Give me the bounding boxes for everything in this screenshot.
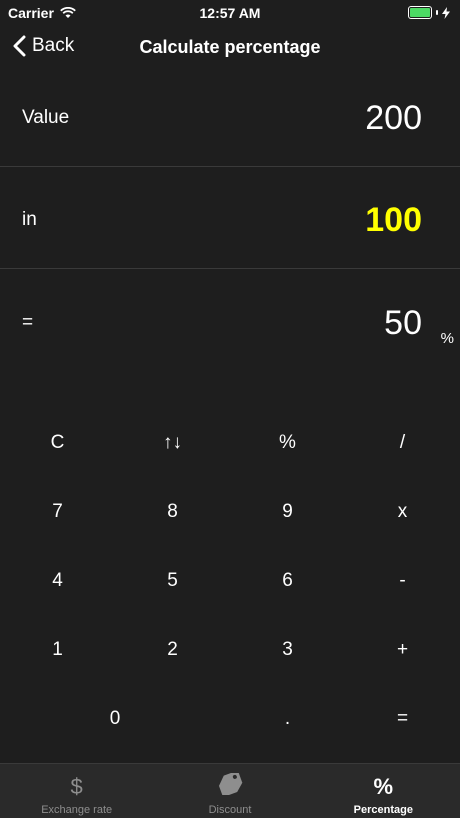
digit-8-key[interactable]: 8 xyxy=(115,477,230,546)
digit-3-key[interactable]: 3 xyxy=(230,615,345,684)
swap-key[interactable]: ↑↓ xyxy=(115,408,230,477)
digit-1-key[interactable]: 1 xyxy=(0,615,115,684)
result-row: = 50 % xyxy=(0,278,460,368)
digit-9-key[interactable]: 9 xyxy=(230,477,345,546)
in-field[interactable]: 100 xyxy=(365,201,460,240)
battery-icon xyxy=(408,6,432,19)
value-field[interactable]: 200 xyxy=(365,99,460,138)
multiply-key[interactable]: x xyxy=(345,477,460,546)
status-bar: Carrier 12:57 AM xyxy=(0,0,460,26)
digit-7-key[interactable]: 7 xyxy=(0,477,115,546)
percent-key[interactable]: % xyxy=(230,408,345,477)
navigation-bar: Back Calculate percentage xyxy=(0,26,460,70)
equals-key[interactable]: = xyxy=(345,684,460,753)
minus-key[interactable]: - xyxy=(345,546,460,615)
digit-4-key[interactable]: 4 xyxy=(0,546,115,615)
digit-5-key[interactable]: 5 xyxy=(115,546,230,615)
digit-2-key[interactable]: 2 xyxy=(115,615,230,684)
result-unit: % xyxy=(440,330,454,347)
tab-label: Exchange rate xyxy=(41,804,113,816)
tab-exchange-rate[interactable]: $ Exchange rate xyxy=(0,764,153,818)
charging-icon xyxy=(442,6,450,19)
battery-indicator xyxy=(408,6,450,19)
keypad-row: 0 . = xyxy=(0,684,460,753)
status-time: 12:57 AM xyxy=(199,5,261,21)
tab-bar: $ Exchange rate Discount % Percentage xyxy=(0,763,460,818)
decimal-key[interactable]: . xyxy=(230,684,345,753)
tab-label: Percentage xyxy=(353,804,413,816)
plus-key[interactable]: + xyxy=(345,615,460,684)
dollar-icon: $ xyxy=(70,774,83,799)
in-label: in xyxy=(22,209,37,230)
value-row[interactable]: Value 200 xyxy=(0,70,460,167)
tab-label: Discount xyxy=(208,804,252,816)
keypad-row: 1 2 3 + xyxy=(0,615,460,684)
tab-percentage[interactable]: % Percentage xyxy=(307,764,460,818)
page-title: Calculate percentage xyxy=(139,37,321,57)
percent-icon: % xyxy=(373,774,394,799)
keypad-row: 4 5 6 - xyxy=(0,546,460,615)
tab-discount[interactable]: Discount xyxy=(153,764,306,818)
equals-label: = xyxy=(22,312,34,333)
value-label: Value xyxy=(22,107,70,128)
clear-key[interactable]: C xyxy=(0,408,115,477)
in-row[interactable]: in 100 xyxy=(0,172,460,269)
keypad-row: C ↑↓ % / xyxy=(0,408,460,477)
keypad-row: 7 8 9 x xyxy=(0,477,460,546)
sale-tag-icon xyxy=(216,770,244,801)
divide-key[interactable]: / xyxy=(345,408,460,477)
digit-0-key[interactable]: 0 xyxy=(0,684,230,753)
keypad: C ↑↓ % / 7 8 9 x 4 5 6 - 1 2 3 + 0 . = xyxy=(0,408,460,754)
digit-6-key[interactable]: 6 xyxy=(230,546,345,615)
